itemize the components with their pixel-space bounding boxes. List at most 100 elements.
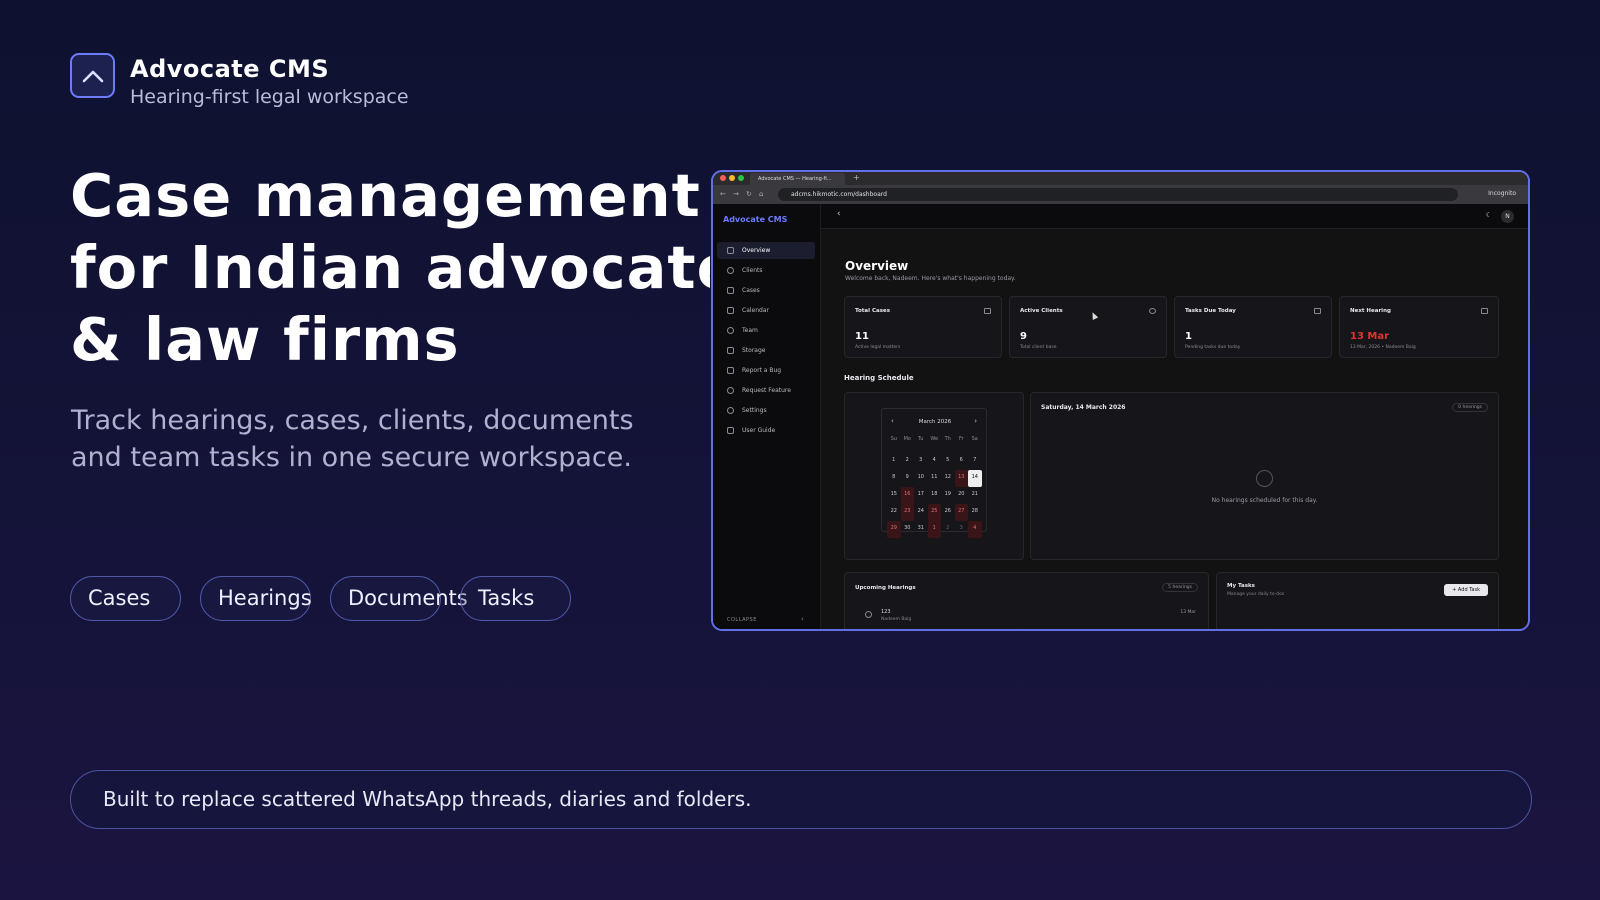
clock-icon — [1256, 470, 1273, 487]
calendar-day: 4 — [968, 521, 982, 538]
hearing-schedule-title: Hearing Schedule — [844, 374, 914, 382]
sidebar-item-label: Calendar — [742, 307, 769, 314]
maximize-window-dot — [738, 175, 744, 181]
sidebar-item-overview: Overview — [717, 242, 815, 259]
stat-value: 11 — [855, 331, 869, 342]
calendar-day: 21 — [971, 491, 978, 497]
stat-title: Tasks Due Today — [1185, 308, 1236, 314]
calendar-day: 19 — [944, 491, 951, 497]
stat-title: Next Hearing — [1350, 308, 1391, 314]
sidebar-item-report-bug: Report a Bug — [717, 362, 815, 379]
weekday-header: Su — [890, 436, 897, 442]
hero-title: Case management for Indian advocates & l… — [70, 160, 710, 376]
app-topbar: ‹ ☾ N — [821, 204, 1528, 229]
pill-cases: Cases — [70, 576, 181, 621]
hearing-date: 13 Mar — [1180, 610, 1196, 615]
theme-toggle-icon: ☾ — [1485, 211, 1492, 219]
sidebar-item-cases: Cases — [717, 282, 815, 299]
gear-icon — [727, 407, 734, 414]
calendar-day: 2 — [905, 457, 909, 463]
stat-note: Active legal matters — [855, 345, 901, 350]
sidebar-item-label: Settings — [742, 407, 767, 414]
app-sidebar: Advocate CMS Overview Clients Cases Cale… — [713, 204, 821, 629]
month-calendar: ‹ March 2026 › Su Mo Tu We Th Fr Sa 1 2 3 4 5 6 7 8 9 10… — [881, 408, 987, 538]
sidebar-item-label: Cases — [742, 287, 760, 294]
calendar-day: 12 — [944, 474, 951, 480]
calendar-day: 22 — [890, 508, 897, 514]
calendar-day: 2 — [946, 525, 950, 531]
book-icon — [727, 427, 734, 434]
add-task-button: + Add Task — [1444, 584, 1488, 596]
calendar-day: 27 — [954, 504, 968, 521]
sidebar-item-user-guide: User Guide — [717, 422, 815, 439]
calendar-day: 15 — [890, 491, 897, 497]
sidebar-item-label: Team — [742, 327, 758, 334]
stat-value: 13 Mar — [1350, 331, 1390, 342]
collapse-label: COLLAPSE — [727, 617, 757, 623]
hero-title-line: & law firms — [70, 305, 460, 374]
pill-tasks: Tasks — [460, 576, 571, 621]
calendar-day: 23 — [900, 504, 914, 521]
reload-icon: ↻ — [746, 190, 752, 198]
upcoming-title: Upcoming Hearings — [855, 585, 916, 591]
brand-title: Advocate CMS — [130, 55, 330, 83]
close-window-dot — [720, 175, 726, 181]
brand: Advocate CMS Hearing-first legal workspa… — [70, 53, 409, 108]
calendar-day: 16 — [900, 487, 914, 504]
calendar-day: 1 — [927, 521, 941, 538]
hero-description: Track hearings, cases, clients, document… — [71, 405, 634, 473]
calendar-day: 8 — [892, 474, 896, 480]
stat-note: Total client base — [1020, 345, 1057, 350]
sidebar-item-label: Overview — [742, 247, 771, 254]
stat-card-total-cases: Total Cases 11 Active legal matters — [844, 296, 1002, 358]
sidebar-item-team: Team — [717, 322, 815, 339]
chevron-left-icon: ‹ — [801, 615, 804, 623]
stat-value: 9 — [1020, 331, 1027, 342]
sidebar-brand: Advocate CMS — [723, 215, 788, 224]
stat-card-next-hearing: Next Hearing 13 Mar 13 Mar, 2026 • Nadee… — [1339, 296, 1499, 358]
team-icon — [727, 327, 734, 334]
hero-title-line: for Indian advocates — [70, 233, 710, 302]
stat-title: Active Clients — [1020, 308, 1063, 314]
storage-icon — [727, 347, 734, 354]
sidebar-item-storage: Storage — [717, 342, 815, 359]
selected-date: Saturday, 14 March 2026 — [1041, 404, 1126, 411]
sidebar-item-label: Request Feature — [742, 387, 791, 394]
weekday-header: Sa — [971, 436, 978, 442]
calendar-day: 10 — [917, 474, 924, 480]
next-month-icon: › — [974, 417, 977, 425]
calendar-day: 28 — [971, 508, 978, 514]
sidebar-item-label: User Guide — [742, 427, 776, 434]
empty-message: No hearings scheduled for this day. — [1211, 497, 1318, 504]
lightbulb-icon — [727, 387, 734, 394]
brand-subtitle: Hearing-first legal workspace — [130, 86, 409, 108]
home-icon: ⌂ — [759, 190, 764, 198]
hearing-client: Nadeem Baig — [881, 617, 912, 622]
upcoming-hearings-card: Upcoming Hearings 5 hearings 123 Nadeem … — [844, 572, 1209, 629]
stat-value: 1 — [1185, 331, 1192, 342]
tagline-bar: Built to replace scattered WhatsApp thre… — [70, 770, 1532, 829]
calendar-day: 24 — [917, 508, 924, 514]
browser-tabbar: Advocate CMS — Hearing-fi... + — [713, 172, 1528, 185]
weekday-header: Tu — [918, 436, 924, 442]
calendar-grid: Su Mo Tu We Th Fr Sa 1 2 3 4 5 6 7 8 9 10 11 12 13 14 15 16 17 1… — [887, 436, 982, 538]
hearing-count-badge: 0 hearings — [1452, 403, 1488, 412]
calendar-day: 4 — [932, 457, 936, 463]
avatar: N — [1501, 210, 1514, 223]
sidebar-item-label: Report a Bug — [742, 367, 782, 374]
minimize-window-dot — [729, 175, 735, 181]
weekday-header: We — [930, 436, 939, 442]
pill-hearings: Hearings — [200, 576, 312, 621]
calendar-day: 14 — [968, 470, 982, 487]
stat-note: Pending tasks due today — [1185, 345, 1241, 350]
calendar-card: ‹ March 2026 › Su Mo Tu We Th Fr Sa 1 2 3 4 5 6 7 8 9 10… — [844, 392, 1024, 560]
hero-title-line: Case management — [70, 161, 701, 230]
calendar-day: 20 — [958, 491, 965, 497]
weekday-header: Mo — [903, 436, 911, 442]
calendar-day: 31 — [917, 525, 924, 531]
calendar-day: 6 — [959, 457, 963, 463]
tasks-title: My Tasks — [1227, 583, 1255, 589]
back-icon: ← — [720, 190, 726, 198]
calendar-icon — [727, 307, 734, 314]
calendar-day: 25 — [927, 504, 941, 521]
